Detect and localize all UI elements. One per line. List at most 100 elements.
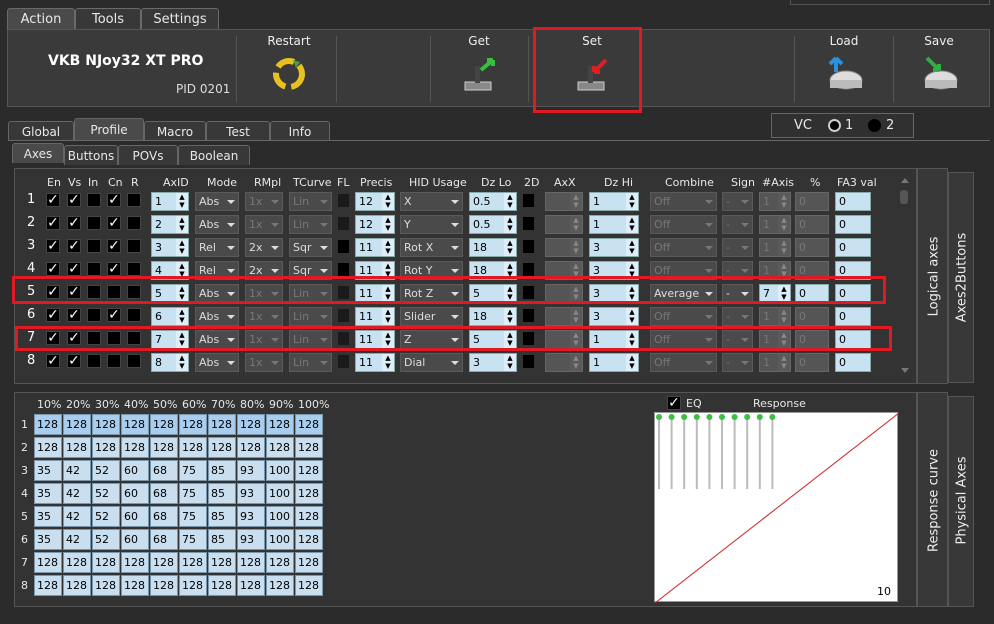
hid-usage-dropdown[interactable]: X: [400, 192, 463, 211]
twod-checkbox[interactable]: [522, 308, 535, 323]
enable-checkbox[interactable]: ✓: [46, 216, 60, 230]
curve-cell[interactable]: 128: [92, 552, 120, 573]
visible-checkbox[interactable]: ✓: [67, 262, 81, 276]
axx-spinner[interactable]: ▲ ▼: [545, 192, 583, 211]
spin-arrows-icon[interactable]: ▲ ▼: [382, 193, 394, 210]
precision-spinner[interactable]: 11 ▲ ▼: [355, 307, 395, 326]
curve-cell[interactable]: 128: [92, 414, 120, 435]
axid-spinner[interactable]: 3 ▲ ▼: [151, 238, 189, 257]
curve-cell[interactable]: 85: [208, 483, 236, 504]
scroll-thumb[interactable]: [900, 190, 908, 204]
dzhi-spinner[interactable]: 1 ▲ ▼: [589, 192, 639, 211]
combine-dropdown[interactable]: Off: [650, 215, 717, 234]
reverse-checkbox[interactable]: [127, 262, 141, 276]
combine-dropdown[interactable]: Off: [650, 238, 717, 257]
eq-checkbox[interactable]: ✓: [667, 396, 681, 410]
rmpl-dropdown[interactable]: 1x: [245, 353, 283, 372]
axx-spinner[interactable]: ▲ ▼: [545, 353, 583, 372]
curve-cell[interactable]: 93: [237, 529, 265, 550]
curve-cell[interactable]: 75: [179, 460, 207, 481]
spin-arrows-icon[interactable]: ▲ ▼: [570, 239, 582, 256]
enable-checkbox[interactable]: ✓: [46, 239, 60, 253]
visible-checkbox[interactable]: ✓: [67, 308, 81, 322]
curve-cell[interactable]: 128: [266, 575, 294, 596]
curve-cell[interactable]: 128: [92, 437, 120, 458]
sign-dropdown[interactable]: -: [722, 192, 753, 211]
num-axis-spinner[interactable]: 1 ▲ ▼: [759, 192, 791, 211]
curve-cell[interactable]: 100: [266, 460, 294, 481]
curve-cell[interactable]: 128: [63, 552, 91, 573]
fl-checkbox[interactable]: [337, 216, 350, 231]
fa3-field[interactable]: 0: [835, 238, 871, 257]
sign-dropdown[interactable]: -: [722, 215, 753, 234]
curve-cell[interactable]: 128: [63, 575, 91, 596]
curve-cell[interactable]: 128: [208, 414, 236, 435]
curve-cell[interactable]: 85: [208, 529, 236, 550]
curve-cell[interactable]: 128: [34, 437, 62, 458]
tab-tools[interactable]: Tools: [75, 8, 141, 30]
reverse-checkbox[interactable]: [127, 354, 141, 368]
combine-dropdown[interactable]: Off: [650, 192, 717, 211]
curve-cell[interactable]: 128: [150, 414, 178, 435]
spin-arrows-icon[interactable]: ▲ ▼: [570, 216, 582, 233]
axid-spinner[interactable]: 1 ▲ ▼: [151, 192, 189, 211]
curve-cell[interactable]: 60: [121, 506, 149, 527]
spin-arrows-icon[interactable]: ▲ ▼: [504, 308, 516, 325]
curve-cell[interactable]: 128: [179, 437, 207, 458]
curve-cell[interactable]: 128: [34, 414, 62, 435]
invert-checkbox[interactable]: [87, 216, 101, 230]
eq-slider-knob[interactable]: [731, 414, 738, 420]
curve-cell[interactable]: 35: [34, 529, 62, 550]
curve-cell[interactable]: 128: [150, 437, 178, 458]
curve-cell[interactable]: 128: [208, 575, 236, 596]
dzlo-spinner[interactable]: 3 ▲ ▼: [469, 353, 517, 372]
spin-arrows-icon[interactable]: ▲ ▼: [570, 354, 582, 371]
percent-field[interactable]: 0: [795, 192, 829, 211]
tab-buttons[interactable]: Buttons: [64, 145, 118, 165]
curve-cell[interactable]: 128: [237, 552, 265, 573]
curve-cell[interactable]: 52: [92, 529, 120, 550]
axx-spinner[interactable]: ▲ ▼: [545, 238, 583, 257]
center-checkbox[interactable]: ✓: [107, 308, 121, 322]
tcurve-dropdown[interactable]: Sqr: [289, 238, 332, 257]
dzhi-spinner[interactable]: 3 ▲ ▼: [589, 238, 639, 257]
reverse-checkbox[interactable]: [127, 193, 141, 207]
curve-cell[interactable]: 60: [121, 529, 149, 550]
eq-slider-knob[interactable]: [744, 414, 751, 420]
curve-cell[interactable]: 128: [295, 552, 323, 573]
curve-cell[interactable]: 128: [237, 575, 265, 596]
combine-dropdown[interactable]: Off: [650, 307, 717, 326]
dzlo-spinner[interactable]: 0.5 ▲ ▼: [469, 215, 517, 234]
percent-field[interactable]: 0: [795, 238, 829, 257]
center-checkbox[interactable]: ✓: [107, 216, 121, 230]
vc-radio-1[interactable]: [828, 119, 841, 132]
curve-cell[interactable]: 42: [63, 506, 91, 527]
curve-cell[interactable]: 128: [179, 575, 207, 596]
sign-dropdown[interactable]: -: [722, 353, 753, 372]
axid-spinner[interactable]: 8 ▲ ▼: [151, 353, 189, 372]
mode-dropdown[interactable]: Abs: [195, 307, 239, 326]
curve-cell[interactable]: 128: [266, 414, 294, 435]
curve-cell[interactable]: 93: [237, 506, 265, 527]
curve-cell[interactable]: 128: [266, 437, 294, 458]
spin-arrows-icon[interactable]: ▲ ▼: [176, 354, 188, 371]
invert-checkbox[interactable]: [87, 239, 101, 253]
spin-arrows-icon[interactable]: ▲ ▼: [504, 216, 516, 233]
fl-checkbox[interactable]: [337, 239, 350, 254]
spin-arrows-icon[interactable]: ▲ ▼: [504, 193, 516, 210]
tab-global[interactable]: Global: [8, 121, 74, 141]
curve-cell[interactable]: 85: [208, 460, 236, 481]
spin-arrows-icon[interactable]: ▲ ▼: [626, 354, 638, 371]
spin-arrows-icon[interactable]: ▲ ▼: [778, 354, 790, 371]
fl-checkbox[interactable]: [337, 308, 350, 323]
spin-arrows-icon[interactable]: ▲ ▼: [382, 308, 394, 325]
curve-cell[interactable]: 128: [63, 414, 91, 435]
fa3-field[interactable]: 0: [835, 192, 871, 211]
curve-cell[interactable]: 52: [92, 506, 120, 527]
hid-usage-dropdown[interactable]: Rot X: [400, 238, 463, 257]
visible-checkbox[interactable]: ✓: [67, 239, 81, 253]
hid-usage-dropdown[interactable]: Slider: [400, 307, 463, 326]
curve-cell[interactable]: 100: [266, 529, 294, 550]
enable-checkbox[interactable]: ✓: [46, 262, 60, 276]
curve-cell[interactable]: 128: [34, 575, 62, 596]
